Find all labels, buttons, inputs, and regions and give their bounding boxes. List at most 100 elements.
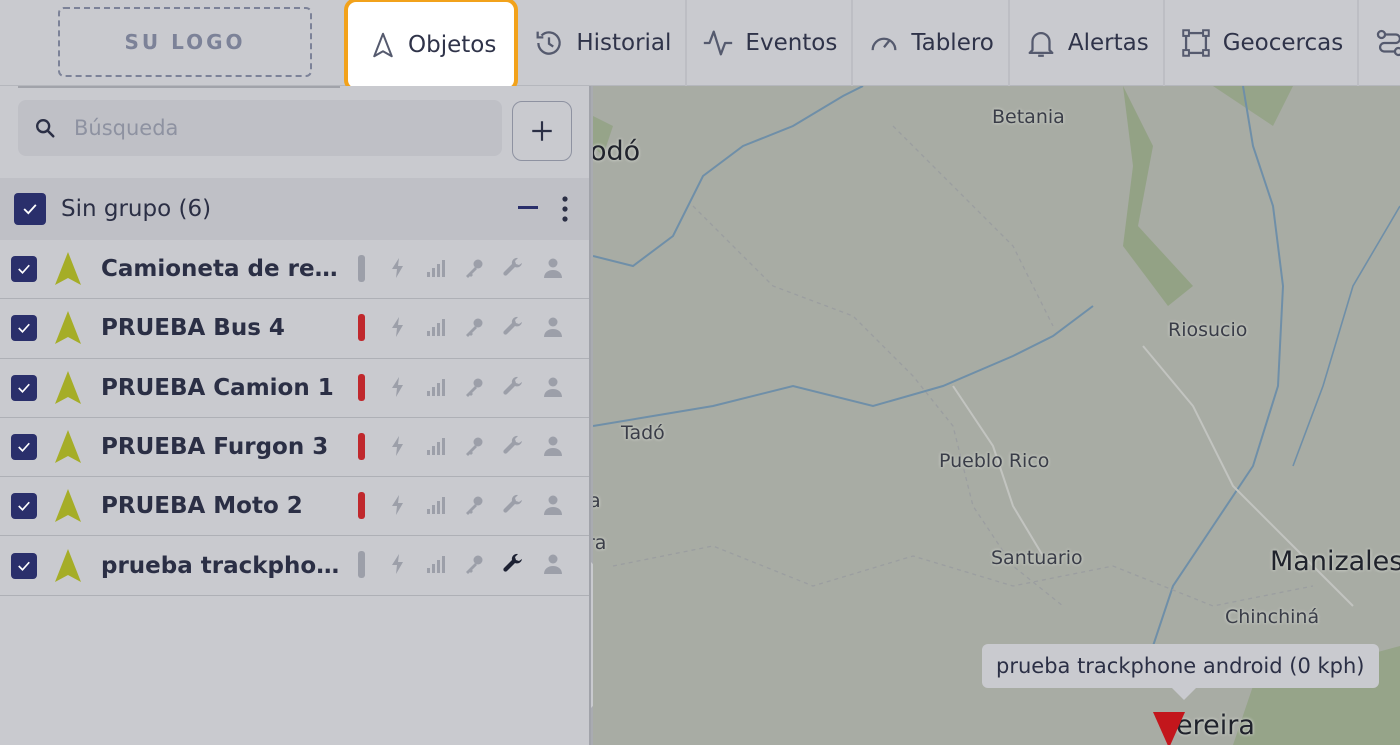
vehicle-direction-icon (55, 548, 81, 582)
geofence-icon (1181, 29, 1210, 57)
vehicle-marker-icon[interactable] (1153, 712, 1185, 745)
check-icon (18, 264, 30, 275)
tab-eventos[interactable]: Eventos (687, 0, 854, 86)
check-icon (23, 204, 37, 215)
navigation-arrow-icon (373, 32, 393, 58)
vehicle-direction-icon (55, 430, 81, 464)
object-checkbox[interactable] (11, 374, 37, 401)
object-checkbox[interactable] (11, 493, 37, 520)
vehicle-direction-icon (55, 489, 81, 523)
objects-sidebar: Sin grupo (6) Camioneta de rep... PRUEBA… (0, 86, 591, 745)
driver-icon (544, 436, 562, 456)
key-icon (466, 496, 483, 516)
marker-tooltip: prueba trackphone android (0 kph) (982, 644, 1379, 700)
object-name[interactable]: prueba trackphon... (101, 553, 341, 579)
object-row[interactable]: PRUEBA Furgon 3 (0, 418, 589, 478)
object-name[interactable]: Camioneta de rep... (101, 256, 341, 282)
plus-icon (532, 121, 552, 141)
signal-icon (427, 378, 445, 396)
object-list: Camioneta de rep... PRUEBA Bus 4 PRUEBA … (0, 240, 589, 596)
route-icon (1377, 29, 1400, 57)
map-view[interactable]: Betania odó Riosucio Tadó Pueblo Rico Sa… (593, 86, 1400, 745)
signal-icon (427, 497, 445, 515)
object-row[interactable]: Camioneta de rep... (0, 240, 589, 300)
tab-geocercas[interactable]: Geocercas (1165, 0, 1360, 86)
object-row[interactable]: PRUEBA Moto 2 (0, 477, 589, 537)
group-checkbox[interactable] (14, 193, 46, 225)
wrench-icon (503, 554, 522, 573)
check-icon (18, 561, 30, 571)
logo-placeholder: SU LOGO (58, 7, 312, 77)
tab-objetos[interactable]: Objetos (344, 0, 519, 92)
tab-label: Eventos (745, 30, 838, 56)
gauge-icon (871, 37, 897, 51)
minus-icon[interactable] (518, 206, 538, 209)
object-name[interactable]: PRUEBA Camion 1 (101, 375, 341, 401)
tab-tablero[interactable]: Tablero (853, 0, 1010, 86)
more-options-icon[interactable] (560, 194, 570, 224)
driver-icon (544, 377, 562, 397)
main-tabs: Objetos Historial Eventos Tablero Alerta… (344, 0, 1400, 92)
map-label-partial: a (593, 490, 601, 512)
lightning-icon (392, 495, 403, 516)
object-name[interactable]: PRUEBA Furgon 3 (101, 434, 341, 460)
signal-icon (427, 556, 445, 574)
check-icon (18, 442, 30, 452)
object-name[interactable]: PRUEBA Moto 2 (101, 493, 341, 519)
wrench-icon (503, 495, 522, 513)
driver-icon (544, 495, 562, 516)
tab-label: Geocercas (1222, 30, 1344, 56)
connection-status-bar (358, 551, 365, 579)
group-header[interactable]: Sin grupo (6) (0, 178, 589, 240)
key-icon (466, 555, 483, 575)
connection-status-bar (358, 373, 365, 401)
add-object-button[interactable] (512, 101, 572, 161)
map-label-quibdo: odó (593, 136, 641, 167)
map-label-betania: Betania (992, 106, 1065, 128)
tab-label: Objetos (408, 32, 497, 58)
object-checkbox[interactable] (11, 256, 37, 283)
vehicle-direction-icon (55, 252, 81, 286)
check-icon (18, 502, 30, 512)
vehicle-direction-icon (55, 311, 81, 345)
key-icon (466, 259, 483, 278)
object-row[interactable]: PRUEBA Camion 1 (0, 359, 589, 418)
map-label-santuario: Santuario (991, 547, 1083, 569)
wrench-icon (503, 317, 522, 335)
map-label-riosucio: Riosucio (1168, 319, 1248, 341)
driver-icon (544, 554, 562, 575)
activity-icon (704, 30, 733, 56)
wrench-icon (503, 257, 522, 276)
connection-status-bar (358, 492, 365, 520)
object-row[interactable]: prueba trackphon... (0, 536, 589, 596)
tab-rutas[interactable]: R (1359, 0, 1400, 86)
map-label-manizales: Manizales (1270, 546, 1400, 577)
wrench-icon (503, 435, 522, 454)
map-label-chinchina: Chinchiná (1225, 606, 1320, 628)
key-icon (466, 378, 483, 397)
search-input[interactable] (74, 116, 474, 140)
signal-icon (427, 260, 445, 277)
object-row[interactable]: PRUEBA Bus 4 (0, 299, 589, 359)
object-checkbox[interactable] (11, 552, 37, 579)
object-checkbox[interactable] (11, 434, 37, 461)
tab-alertas[interactable]: Alertas (1010, 0, 1165, 86)
map-label-tado: Tadó (621, 422, 665, 444)
history-icon (536, 31, 562, 55)
object-name[interactable]: PRUEBA Bus 4 (101, 315, 341, 341)
divider (18, 86, 340, 88)
tab-historial[interactable]: Historial (518, 0, 688, 86)
driver-icon (544, 317, 562, 338)
key-icon (466, 437, 483, 456)
object-checkbox[interactable] (11, 315, 37, 342)
lightning-icon (392, 554, 403, 575)
lightning-icon (392, 317, 403, 338)
vehicle-direction-icon (55, 370, 81, 404)
group-label: Sin grupo (6) (61, 196, 212, 222)
connection-status-bar (358, 255, 365, 282)
signal-icon (427, 437, 445, 455)
check-icon (18, 383, 30, 393)
connection-status-bar (358, 432, 365, 460)
wrench-icon (503, 376, 522, 395)
connection-status-bar (358, 314, 365, 342)
